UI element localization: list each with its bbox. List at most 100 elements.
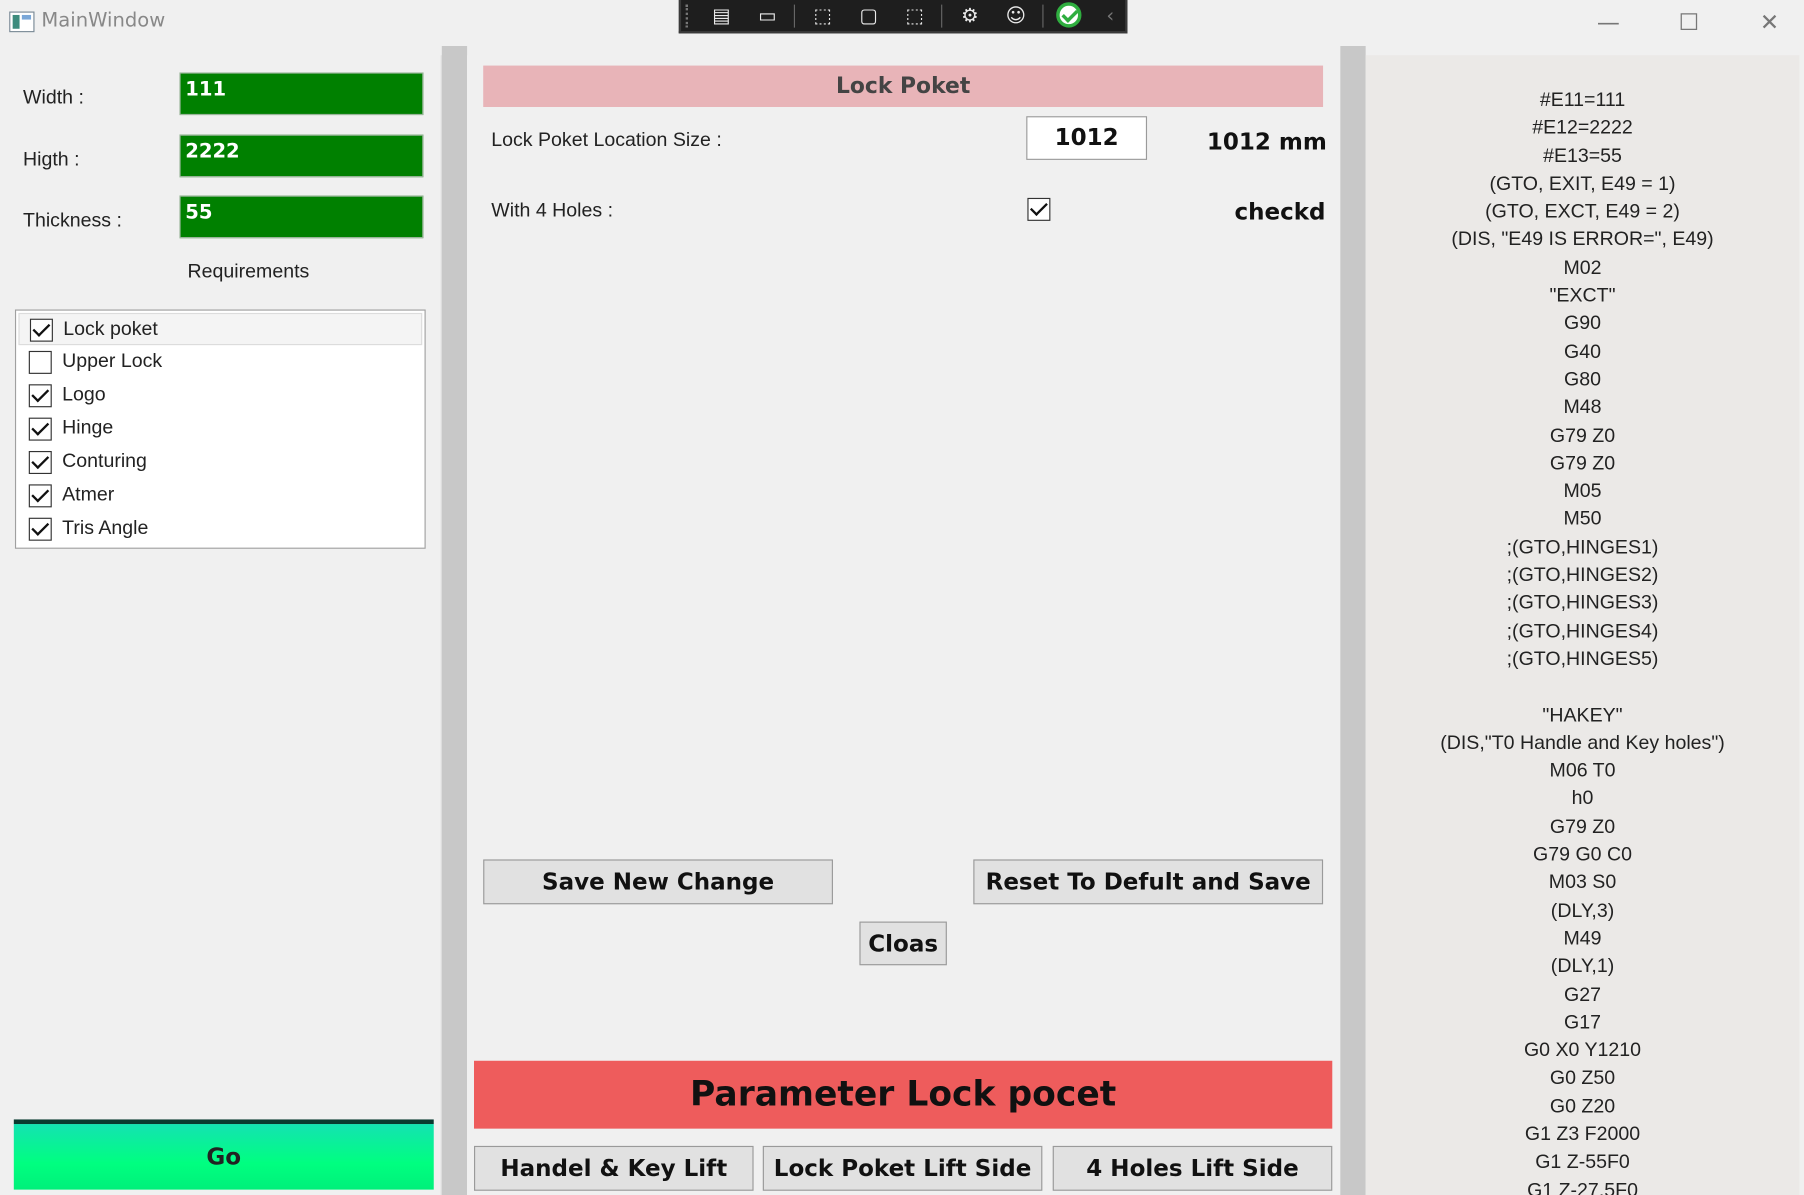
list-item[interactable]: Logo [18, 380, 422, 412]
tab-lock-poket[interactable]: Lock Poket Lift Side [762, 1145, 1043, 1191]
toolbar-separator [1042, 4, 1044, 28]
code-line: (GTO, EXIT, E49 = 1) [1489, 172, 1676, 195]
list-item-label: Hinge [62, 416, 114, 439]
code-line: G79 G0 C0 [1533, 843, 1632, 866]
list-item-label: Tris Angle [62, 516, 149, 539]
code-line: M05 [1563, 479, 1602, 502]
checkmark-icon[interactable] [1056, 2, 1082, 28]
list-item-label: Upper Lock [62, 349, 163, 372]
accessibility-icon[interactable]: ☺ [1001, 2, 1031, 30]
code-line: G90 [1564, 312, 1601, 335]
code-line: G27 [1564, 983, 1601, 1005]
checkbox[interactable] [28, 517, 52, 541]
width-input[interactable]: 111 [179, 72, 424, 116]
code-line: #E12=2222 [1532, 116, 1633, 139]
code-line: (DIS, "E49 IS ERROR=", E49) [1451, 228, 1714, 251]
center-panel: Lock Poket Lock Poket Location Size : 10… [467, 55, 1341, 1195]
list-item[interactable]: Atmer [18, 480, 422, 512]
code-line: G1 Z-55F0 [1535, 1150, 1630, 1173]
section-header: Lock Poket [483, 65, 1324, 107]
code-line: ;(GTO,HINGES2) [1506, 563, 1659, 586]
code-line: ;(GTO,HINGES5) [1506, 647, 1659, 670]
code-line: G0 Z50 [1549, 1066, 1616, 1089]
code-line: M49 [1563, 927, 1602, 950]
code-line: ;(GTO,HINGES3) [1506, 591, 1659, 614]
code-line: (GTO, EXCT, E49 = 2) [1485, 200, 1680, 223]
code-line: #E11=111 [1539, 88, 1626, 111]
size-label: Lock Poket Location Size : [491, 128, 722, 151]
parameter-banner: Parameter Lock pocet [474, 1060, 1333, 1129]
splitter[interactable] [1340, 46, 1366, 1195]
close-button[interactable]: Cloas [859, 921, 947, 966]
code-line: G79 Z0 [1549, 815, 1616, 838]
code-line: G0 X0 Y1210 [1523, 1039, 1642, 1061]
size-readout: 1012 mm [1206, 127, 1327, 156]
code-line: G1 Z3 F2000 [1524, 1122, 1641, 1145]
list-item[interactable]: Upper Lock [18, 346, 422, 378]
code-line: "EXCT" [1549, 284, 1616, 307]
go-button[interactable]: Go [13, 1119, 434, 1190]
holes-readout: checkd [1234, 197, 1326, 226]
checkbox[interactable] [28, 384, 52, 408]
right-panel: #E11=111 #E12=2222 #E13=55 (GTO, EXIT, E49 … [1365, 55, 1800, 1195]
tab-4-holes[interactable]: 4 Holes Lift Side [1052, 1145, 1333, 1191]
code-line: G80 [1564, 368, 1601, 390]
reset-button[interactable]: Reset To Defult and Save [973, 859, 1324, 905]
requirements-label: Requirements [187, 260, 310, 282]
height-label: Higth : [23, 148, 80, 171]
close-window-button[interactable]: ✕ [1746, 5, 1792, 40]
size-input[interactable]: 1012 [1026, 116, 1148, 160]
height-input[interactable]: 2222 [179, 134, 424, 178]
select-element-icon[interactable]: ⬚ [808, 2, 838, 30]
maximize-button[interactable]: ☐ [1666, 5, 1712, 40]
code-line: M50 [1563, 507, 1602, 530]
save-button[interactable]: Save New Change [483, 859, 833, 905]
thickness-input[interactable]: 55 [179, 195, 424, 239]
xaml-debug-toolbar: ▤ ▭ ⬚ ▢ ⬚ ⚙ ☺ ‹ [678, 0, 1128, 34]
splitter[interactable] [441, 46, 468, 1195]
code-line: M03 S0 [1548, 871, 1617, 894]
toolbar-separator [793, 4, 795, 28]
code-line: M02 [1563, 256, 1602, 279]
minimize-button[interactable]: — [1585, 5, 1631, 40]
width-label: Width : [23, 86, 84, 109]
list-item[interactable]: Hinge [18, 413, 422, 445]
code-line: ;(GTO,HINGES4) [1506, 619, 1659, 642]
code-line: G40 [1564, 340, 1601, 363]
app-icon [9, 11, 35, 33]
collapse-icon[interactable]: ‹ [1095, 2, 1125, 30]
tab-handle-key[interactable]: Handel & Key Lift Side [474, 1145, 754, 1191]
list-item[interactable]: Tris Angle [18, 513, 422, 545]
code-line: G0 Z20 [1549, 1094, 1616, 1117]
hot-reload-icon[interactable]: ⚙ [955, 2, 985, 30]
thickness-label: Thickness : [23, 209, 122, 232]
code-line: ;(GTO,HINGES1) [1506, 535, 1659, 558]
window-title: MainWindow [41, 9, 166, 33]
code-line: (DLY,3) [1550, 899, 1615, 922]
code-line: h0 [1571, 787, 1594, 810]
holes-label: With 4 Holes : [491, 199, 614, 221]
list-item-label: Atmer [62, 483, 115, 506]
checkbox[interactable] [28, 350, 52, 374]
checkbox[interactable] [29, 318, 53, 342]
track-focus-icon[interactable]: ⬚ [900, 2, 930, 30]
display-layout-adorners-icon[interactable]: ▢ [854, 2, 884, 30]
record-icon[interactable]: ▭ [752, 2, 782, 30]
checkbox[interactable] [28, 484, 52, 508]
code-line: (DLY,1) [1550, 955, 1615, 978]
checkbox[interactable] [28, 450, 52, 475]
list-item-label: Conturing [62, 449, 147, 472]
code-line: G79 Z0 [1549, 451, 1616, 474]
list-item[interactable]: Lock poket [18, 312, 423, 346]
code-line: (DIS,"T0 Handle and Key holes") [1440, 731, 1725, 754]
code-line: M48 [1563, 396, 1602, 418]
holes-checkbox[interactable] [1027, 197, 1051, 221]
list-item-label: Logo [62, 383, 106, 405]
code-line: G17 [1564, 1011, 1601, 1033]
checkbox[interactable] [28, 417, 52, 441]
toolbar-separator [941, 4, 943, 28]
code-line: G79 Z0 [1549, 424, 1616, 446]
toolbar-grip[interactable] [685, 4, 693, 28]
live-visual-tree-icon[interactable]: ▤ [706, 2, 736, 30]
list-item[interactable]: Conturing [18, 446, 422, 478]
